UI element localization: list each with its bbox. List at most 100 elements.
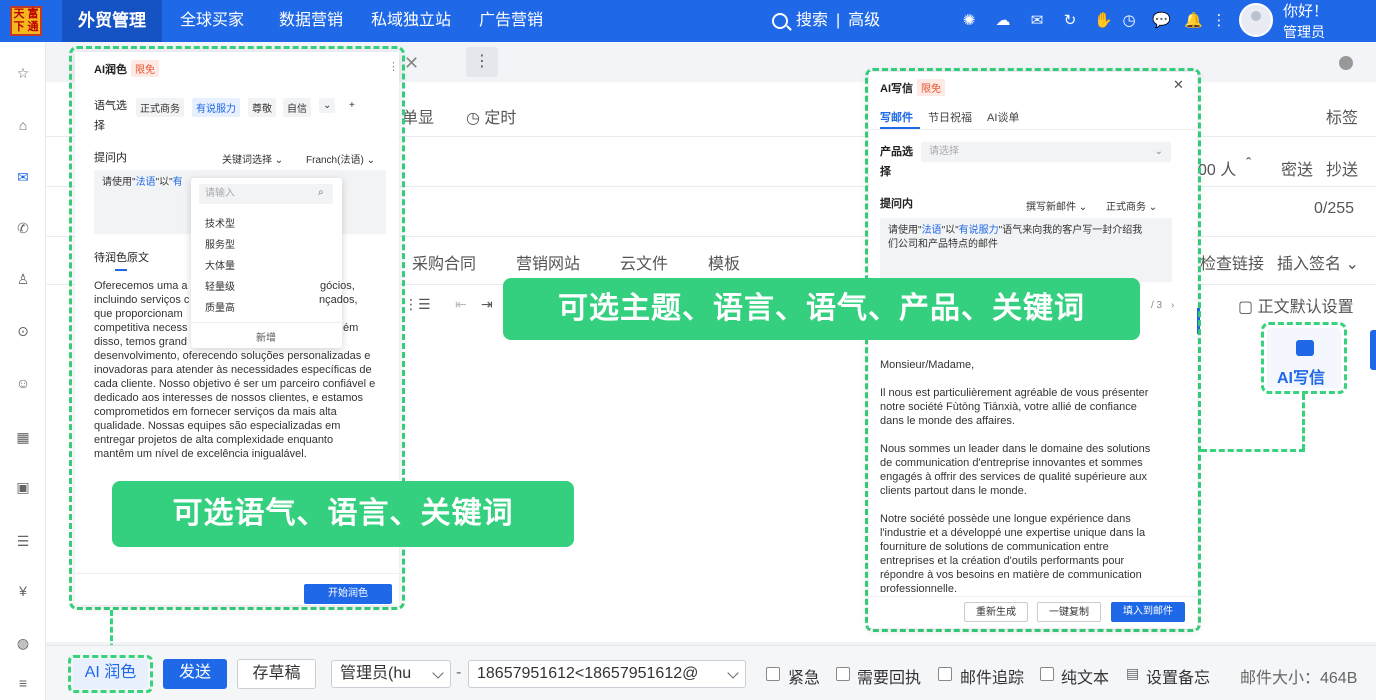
single-display-toggle[interactable]: 单显	[402, 104, 434, 128]
timed-label: 定时	[484, 110, 517, 127]
plain-text-checkbox[interactable]	[1040, 667, 1054, 681]
refresh-icon[interactable]: ↻	[1061, 12, 1079, 30]
keyword-option[interactable]: 技术型	[205, 215, 235, 230]
tracking-checkbox[interactable]	[938, 667, 952, 681]
save-draft-button[interactable]: 存草稿	[237, 659, 316, 689]
indent-icon[interactable]: ⇤	[455, 296, 467, 313]
whatsapp-icon[interactable]: ✆	[14, 219, 32, 237]
receipt-checkbox[interactable]	[836, 667, 850, 681]
tab-more-button[interactable]: ⋮	[466, 47, 498, 77]
keyword-option[interactable]: 轻量级	[205, 278, 235, 293]
app-logo[interactable]: 天 富 下 通	[10, 6, 42, 36]
fill-into-mail-button[interactable]: 填入到邮件	[1111, 602, 1185, 622]
briefcase-icon[interactable]: ▣	[14, 478, 32, 496]
language-select-label: Franch(法语)	[306, 155, 364, 166]
keyword-search-input[interactable]: 请输入	[199, 184, 333, 204]
nav-foreign-trade[interactable]: 外贸管理	[62, 0, 162, 42]
original-text-tab[interactable]: 待润色原文	[94, 248, 149, 268]
add-tone-plus-icon[interactable]: +	[345, 98, 359, 113]
timed-send[interactable]: ◷ 定时	[466, 104, 516, 128]
search-label: 搜索	[796, 12, 829, 29]
copy-button[interactable]: 一键复制	[1037, 602, 1101, 622]
clock-icon[interactable]: ◷	[1120, 12, 1138, 30]
side-drawer-handle[interactable]	[1370, 330, 1376, 370]
tab-ai-negotiation[interactable]: AI谈单	[987, 109, 1019, 125]
divider	[75, 573, 399, 574]
tab-cloud-files[interactable]: 云文件	[620, 250, 668, 274]
prompt-textarea[interactable]: 请使用"法语"以"有说服力"语气来向我的客户写一封介绍我 们公司和产品特点的邮件	[880, 218, 1172, 282]
default-body-settings[interactable]: ▢ 正文默认设置	[1238, 293, 1354, 317]
avatar[interactable]	[1239, 3, 1273, 37]
formal-select[interactable]: 正式商务 ⌄	[1106, 198, 1157, 213]
chat-icon[interactable]: 💬	[1152, 12, 1171, 30]
send-button[interactable]: 发送	[163, 659, 227, 689]
money-icon[interactable]: ¥	[14, 582, 32, 600]
list-format-icon[interactable]: ⋮☰	[404, 296, 431, 313]
menu-icon[interactable]: ≡	[14, 674, 32, 692]
keyword-option[interactable]: 大体量	[205, 257, 235, 272]
outdent-icon[interactable]: ⇥	[481, 296, 493, 313]
more-vertical-icon[interactable]: ⋮	[1210, 12, 1228, 30]
label-tag[interactable]: 标签	[1326, 104, 1358, 128]
tab-holiday-greeting[interactable]: 节日祝福	[928, 109, 972, 125]
tab-close-icon[interactable]: ✕	[404, 53, 419, 74]
tone-chip[interactable]: 尊敬	[248, 98, 276, 117]
cc-link[interactable]: 抄送	[1326, 156, 1358, 180]
tone-chip-selected[interactable]: 有说服力	[192, 98, 240, 117]
nav-global-buyers[interactable]: 全球买家	[180, 0, 244, 42]
tone-chip[interactable]: 自信	[283, 98, 311, 117]
ai-write-float-button[interactable]: AI写信	[1267, 328, 1341, 388]
global-search[interactable]: 搜索 | 高级	[772, 0, 880, 42]
ai-polish-button[interactable]: AI 润色	[73, 659, 148, 689]
hand-icon[interactable]: ✋	[1094, 12, 1113, 30]
advanced-search-link[interactable]: 高级	[848, 0, 880, 42]
nav-data-marketing[interactable]: 数据营销	[279, 0, 343, 42]
language-select[interactable]: Franch(法语) ⌄	[306, 151, 375, 166]
cloud-icon[interactable]: ☁	[994, 12, 1012, 30]
new-mail-select[interactable]: 撰写新邮件 ⌄	[1026, 198, 1087, 213]
mail-icon[interactable]: ✉	[14, 168, 32, 186]
apps-icon[interactable]: ▦	[14, 428, 32, 446]
insert-signature-dropdown[interactable]: 插入签名 ⌄	[1277, 250, 1359, 274]
tab-write-mail[interactable]: 写邮件	[880, 109, 913, 125]
add-keyword-button[interactable]: 新增	[256, 329, 276, 344]
settings-gear-icon[interactable]	[1339, 56, 1353, 70]
tab-marketing-site[interactable]: 营销网站	[516, 250, 580, 274]
nav-private-site[interactable]: 私域独立站	[371, 0, 451, 42]
home-icon[interactable]: ⌂	[14, 116, 32, 134]
keyword-select[interactable]: 关键词选择 ⌄	[222, 151, 283, 166]
star-icon[interactable]: ☆	[14, 64, 32, 82]
default-body-label: 正文默认设置	[1257, 299, 1354, 316]
settings-memo-link[interactable]: 设置备忘	[1146, 664, 1210, 688]
user-greeting[interactable]: 你好！ 管理员	[1283, 3, 1328, 41]
tab-purchase-contract[interactable]: 采购合同	[412, 250, 476, 274]
keyword-option[interactable]: 服务型	[205, 236, 235, 251]
sender-select[interactable]: 管理员(hu	[331, 660, 451, 688]
bell-icon[interactable]: 🔔	[1184, 12, 1203, 30]
customer-icon[interactable]: ☺	[14, 374, 32, 392]
prompt-text: 们公司和产品特点的邮件	[888, 239, 998, 250]
nav-ad-marketing[interactable]: 广告营销	[479, 0, 543, 42]
tone-expand-chevron-icon[interactable]: ⌄	[319, 98, 336, 113]
urgent-checkbox[interactable]	[766, 667, 780, 681]
from-address-select[interactable]: 18657951612<18657951612@	[468, 660, 746, 688]
regenerate-button[interactable]: 重新生成	[964, 602, 1028, 622]
contact-icon[interactable]: ♙	[14, 270, 32, 288]
letter-line: fourniture de solutions de communication…	[880, 541, 1109, 553]
next-page-icon[interactable]: ›	[1171, 300, 1174, 311]
tone-chip[interactable]: 正式商务	[136, 98, 184, 117]
panel-more-icon[interactable]: ⋮	[388, 60, 399, 73]
bag-icon[interactable]: ◍	[14, 634, 32, 652]
product-select[interactable]: 请选择 ⌄	[921, 142, 1171, 162]
close-icon[interactable]: ✕	[1173, 77, 1184, 93]
tab-templates[interactable]: 模板	[708, 250, 740, 274]
list-icon[interactable]: ☰	[14, 532, 32, 550]
mail-cloud-icon[interactable]: ✉	[1028, 12, 1046, 30]
keyword-option[interactable]: 质量高	[205, 299, 235, 314]
check-links-button[interactable]: 检查链接	[1200, 250, 1264, 274]
chevron-up-icon[interactable]: ˆ	[1246, 156, 1251, 174]
bcc-link[interactable]: 密送	[1281, 156, 1313, 180]
openai-icon[interactable]: ✺	[960, 12, 978, 30]
location-icon[interactable]: ⊙	[14, 322, 32, 340]
start-polish-button[interactable]: 开始润色	[304, 584, 392, 604]
